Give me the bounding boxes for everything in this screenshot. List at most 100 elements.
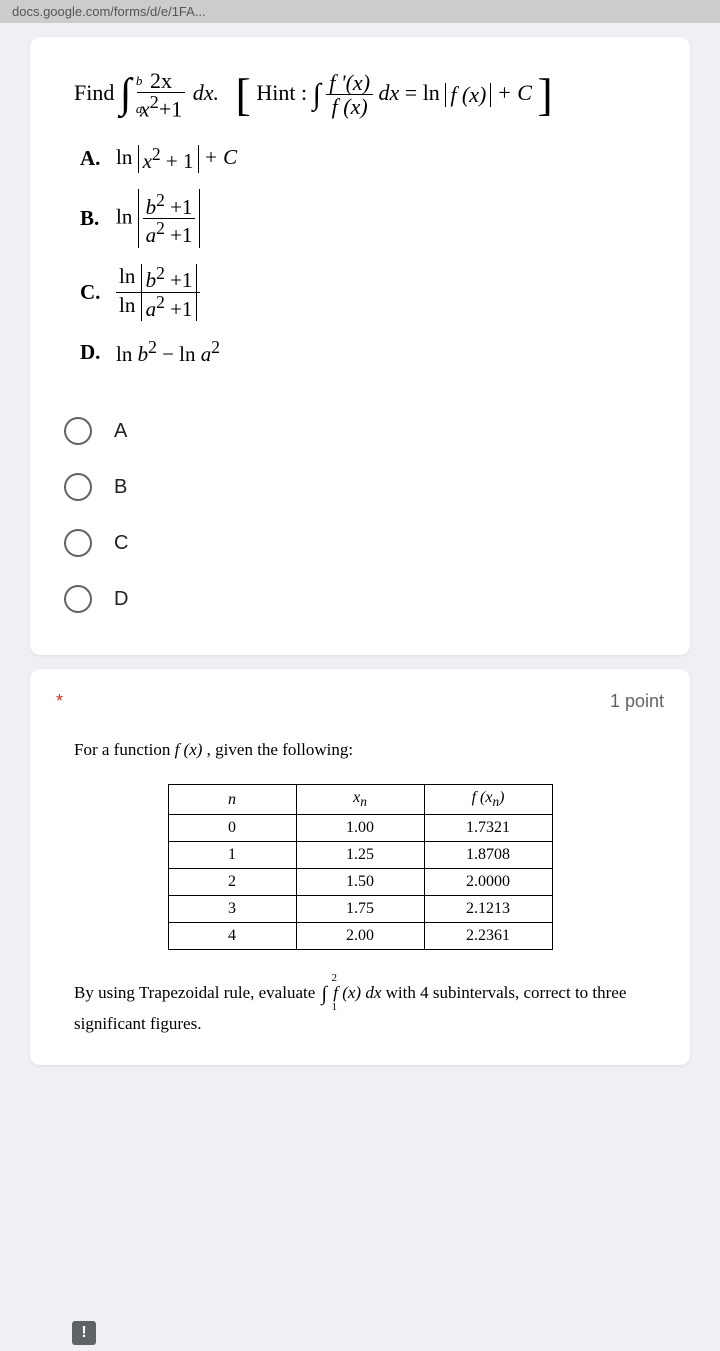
q2-intro-b: , given the following:: [202, 740, 353, 759]
integrand-num: 2x: [150, 68, 172, 93]
option-d-letter: D.: [80, 340, 116, 365]
cell-x: 1.50: [296, 869, 424, 896]
cell-f: 2.0000: [424, 869, 552, 896]
radio-icon: [64, 417, 92, 445]
radio-icon: [64, 585, 92, 613]
table-row: 01.001.7321: [168, 815, 552, 842]
th-x: xn: [296, 785, 424, 815]
opt-d-ln1: ln: [116, 342, 138, 366]
opt-b-num-var: b: [146, 195, 157, 219]
opt-c-num-ln: ln: [119, 264, 135, 288]
int-lower: a: [136, 104, 143, 113]
cell-x: 1.75: [296, 896, 424, 923]
radio-group: A B C D: [56, 403, 664, 627]
q2-post: By using Trapezoidal rule, evaluate ∫ 2 …: [74, 978, 664, 1037]
integral-sign: ∫ b a: [120, 80, 132, 109]
table-row: 42.002.2361: [168, 923, 552, 950]
opt-a-abs: x2 + 1: [138, 145, 199, 173]
q2-header: * 1 point: [56, 691, 664, 712]
cell-n: 0: [168, 815, 296, 842]
q2-post-c: significant figures.: [74, 1014, 201, 1033]
option-d: D. ln b2 − ln a2: [80, 337, 664, 367]
opt-b-num-const: +1: [165, 195, 193, 219]
alert-icon[interactable]: !: [72, 1321, 96, 1345]
radio-label-c: C: [114, 532, 128, 555]
hint-label: Hint :: [256, 80, 307, 105]
cell-n: 3: [168, 896, 296, 923]
cell-x: 1.25: [296, 842, 424, 869]
opt-c-den-const: +1: [165, 297, 193, 321]
option-b-letter: B.: [80, 206, 116, 231]
bracket-left-icon: [: [236, 78, 251, 113]
cell-n: 1: [168, 842, 296, 869]
opt-a-exp: 2: [152, 144, 161, 164]
option-a-letter: A.: [80, 146, 116, 171]
option-a: A. ln x2 + 1 + C: [80, 145, 664, 173]
th-n: n: [168, 785, 296, 815]
opt-c-den-exp: 2: [156, 292, 165, 312]
int-upper-2: 2: [332, 970, 338, 988]
hint-fx: f (x): [450, 82, 486, 107]
opt-c-num-var: b: [146, 268, 157, 292]
opt-b-ln: ln: [116, 204, 132, 228]
int-lower-2: 1: [332, 999, 338, 1017]
small-integral-icon: ∫ 2 1: [322, 978, 327, 1010]
q2-intro: For a function f (x) , given the followi…: [74, 740, 664, 760]
hint-dx: dx: [379, 80, 400, 105]
required-indicator: *: [56, 691, 63, 712]
q2-intro-a: For a function: [74, 740, 175, 759]
bracket-right-icon: ]: [537, 78, 552, 113]
cell-f: 2.2361: [424, 923, 552, 950]
opt-d-minus: − ln: [162, 342, 201, 366]
hint-fraction: f '(x) f (x): [326, 71, 373, 118]
hint-num: f '(x): [329, 70, 370, 95]
opt-b-den-exp: 2: [156, 218, 165, 238]
radio-option-d[interactable]: D: [56, 571, 664, 627]
int-upper: b: [136, 76, 143, 85]
hint-abs: f (x): [445, 83, 491, 107]
radio-option-a[interactable]: A: [56, 403, 664, 459]
hint-c: + C: [497, 80, 532, 105]
opt-b-num-exp: 2: [156, 190, 165, 210]
points-label: 1 point: [610, 691, 664, 712]
th-f: f (xn): [424, 785, 552, 815]
cell-f: 2.1213: [424, 896, 552, 923]
radio-option-c[interactable]: C: [56, 515, 664, 571]
opt-a-c: + C: [204, 145, 237, 169]
radio-label-b: B: [114, 476, 127, 499]
opt-c-num-exp: 2: [156, 263, 165, 283]
cell-f: 1.8708: [424, 842, 552, 869]
find-label: Find: [74, 80, 114, 105]
opt-b-abs: b2 +1 a2 +1: [138, 189, 201, 248]
cell-n: 4: [168, 923, 296, 950]
q2-post-dx: dx: [361, 983, 381, 1002]
cell-x: 2.00: [296, 923, 424, 950]
opt-c-num-const: +1: [165, 268, 193, 292]
table-row: 11.251.8708: [168, 842, 552, 869]
opt-a-var: x: [143, 149, 152, 173]
radio-option-b[interactable]: B: [56, 459, 664, 515]
table-header-row: n xn f (xn): [168, 785, 552, 815]
radio-label-a: A: [114, 420, 127, 443]
integrand-den-const: +1: [159, 96, 182, 121]
table-row: 31.752.1213: [168, 896, 552, 923]
hint-den: f (x): [332, 94, 368, 119]
q2-post-a: By using Trapezoidal rule, evaluate: [74, 983, 320, 1002]
opt-d-var1: b: [138, 342, 149, 366]
radio-icon: [64, 473, 92, 501]
option-c: C. ln b2 +1 ln a2 +1: [80, 264, 664, 321]
cell-n: 2: [168, 869, 296, 896]
q2-post-fn: f (x): [333, 983, 361, 1002]
dx-label: dx.: [193, 80, 219, 105]
radio-label-d: D: [114, 588, 128, 611]
opt-b-den-var: a: [146, 223, 157, 247]
opt-a-ln: ln: [116, 145, 132, 169]
option-c-letter: C.: [80, 280, 116, 305]
integrand-den-exp: 2: [150, 92, 159, 112]
q2-post-b: with 4 subintervals, correct to three: [386, 983, 627, 1002]
opt-d-exp1: 2: [148, 337, 157, 357]
table-row: 21.502.0000: [168, 869, 552, 896]
question-1-card: Find ∫ b a 2x x2+1 dx. [ Hint : ∫ f '(x)…: [30, 37, 690, 655]
opt-b-den-const: +1: [165, 223, 193, 247]
opt-c-den-ln: ln: [119, 293, 135, 317]
